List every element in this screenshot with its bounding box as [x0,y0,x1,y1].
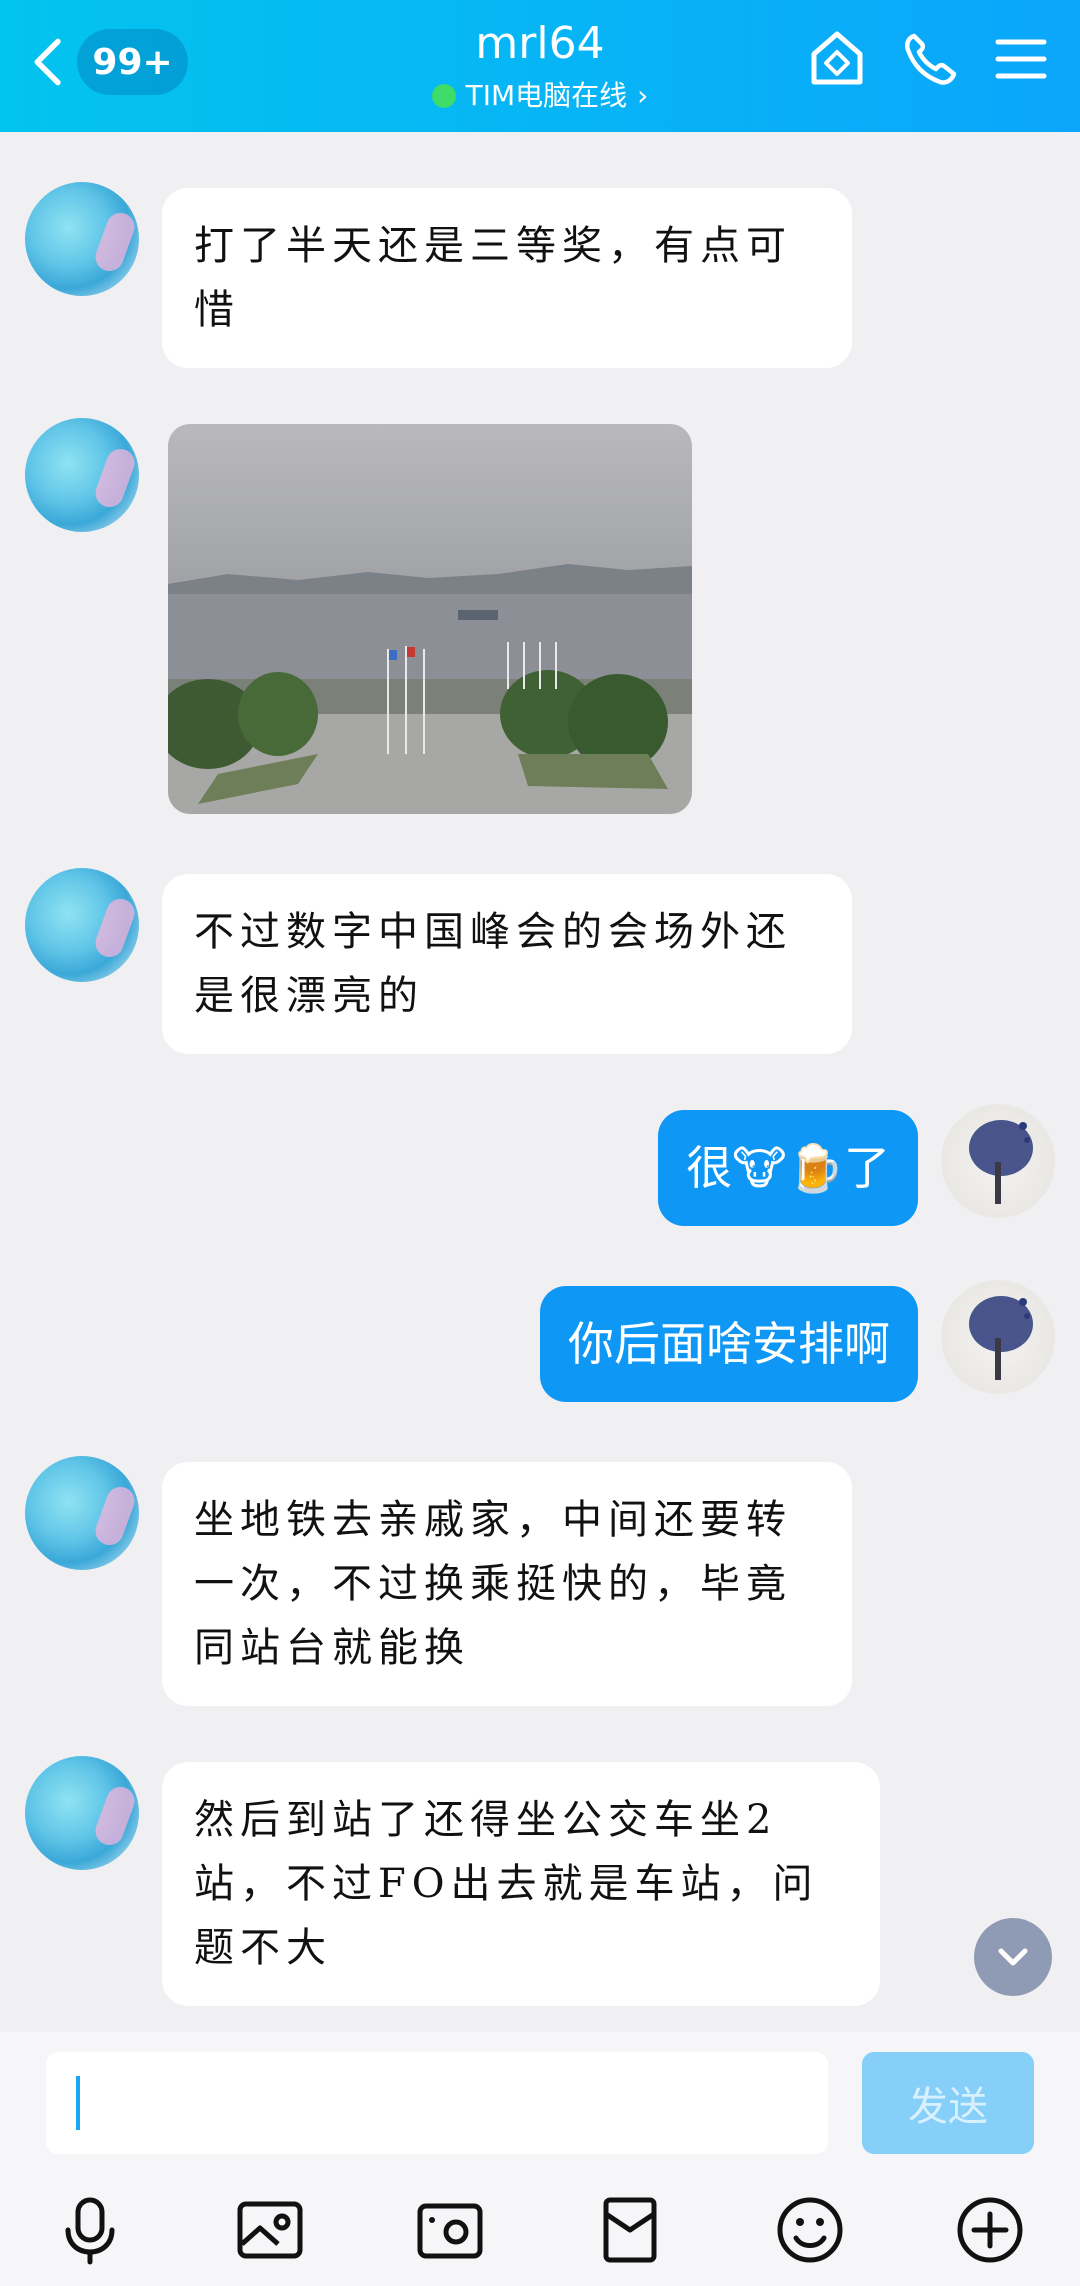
scroll-to-bottom-button[interactable] [974,1918,1052,1996]
tree-avatar-icon [969,1296,1033,1380]
contact-avatar[interactable] [25,182,139,296]
header-actions [806,28,1052,90]
back-arrow-icon [34,38,61,86]
message-bubble-incoming[interactable]: 打了半天还是三等奖，有点可惜 [162,188,852,368]
contact-info[interactable]: mrl64 TIM电脑在线 › [300,14,780,116]
microphone-icon [65,2197,115,2265]
plus-icon [957,2197,1023,2263]
red-packet-icon [603,2197,657,2263]
input-bar: 发送 [0,2032,1080,2286]
lake-photo-icon [168,424,692,814]
status-text: TIM电脑在线 [465,79,628,112]
emoji-icon [777,2197,843,2263]
more-button[interactable] [950,2190,1030,2270]
red-packet-button[interactable] [590,2190,670,2270]
message-photo[interactable] [168,424,692,814]
message-bubble-incoming[interactable]: 不过数字中国峰会的会场外还是很漂亮的 [162,874,852,1054]
phone-icon[interactable] [898,28,960,90]
chevron-down-icon [998,1948,1028,1966]
back-button[interactable]: 99+ [28,26,188,98]
send-button[interactable]: 发送 [862,2052,1034,2154]
online-dot-icon [431,84,456,108]
contact-avatar[interactable] [25,868,139,982]
voice-button[interactable] [50,2190,130,2270]
contact-avatar[interactable] [25,1456,139,1570]
image-icon [237,2201,303,2259]
home-shield-icon[interactable] [806,28,868,90]
my-avatar[interactable] [941,1280,1055,1394]
message-bubble-outgoing[interactable]: 很🐮🍺了 [658,1110,918,1226]
my-avatar[interactable] [941,1104,1055,1218]
message-bubble-outgoing[interactable]: 你后面啥安排啊 [540,1286,918,1402]
online-status[interactable]: TIM电脑在线 › [300,76,780,116]
message-list[interactable]: 打了半天还是三等奖，有点可惜 不过数字中国峰会的会场外还是很漂亮的 很🐮🍺了 你… [0,132,1080,2032]
message-bubble-incoming[interactable]: 坐地铁去亲戚家，中间还要转一次，不过换乘挺快的，毕竟同站台就能换 [162,1462,852,1706]
message-bubble-incoming[interactable]: 然后到站了还得坐公交车坐2站，不过FO出去就是车站，问题不大 [162,1762,880,2006]
contact-name: mrl64 [475,18,605,69]
contact-avatar[interactable] [25,418,139,532]
chevron-right-icon: › [637,79,649,112]
text-caret [76,2076,80,2130]
chat-header: 99+ mrl64 TIM电脑在线 › [0,0,1080,132]
image-button[interactable] [230,2190,310,2270]
input-toolbar [0,2190,1080,2270]
emoji-button[interactable] [770,2190,850,2270]
camera-button[interactable] [410,2190,490,2270]
contact-avatar[interactable] [25,1756,139,1870]
message-input[interactable] [46,2052,828,2154]
unread-badge: 99+ [77,29,188,95]
menu-icon[interactable] [990,28,1052,90]
tree-avatar-icon [969,1120,1033,1204]
camera-icon [417,2203,483,2259]
